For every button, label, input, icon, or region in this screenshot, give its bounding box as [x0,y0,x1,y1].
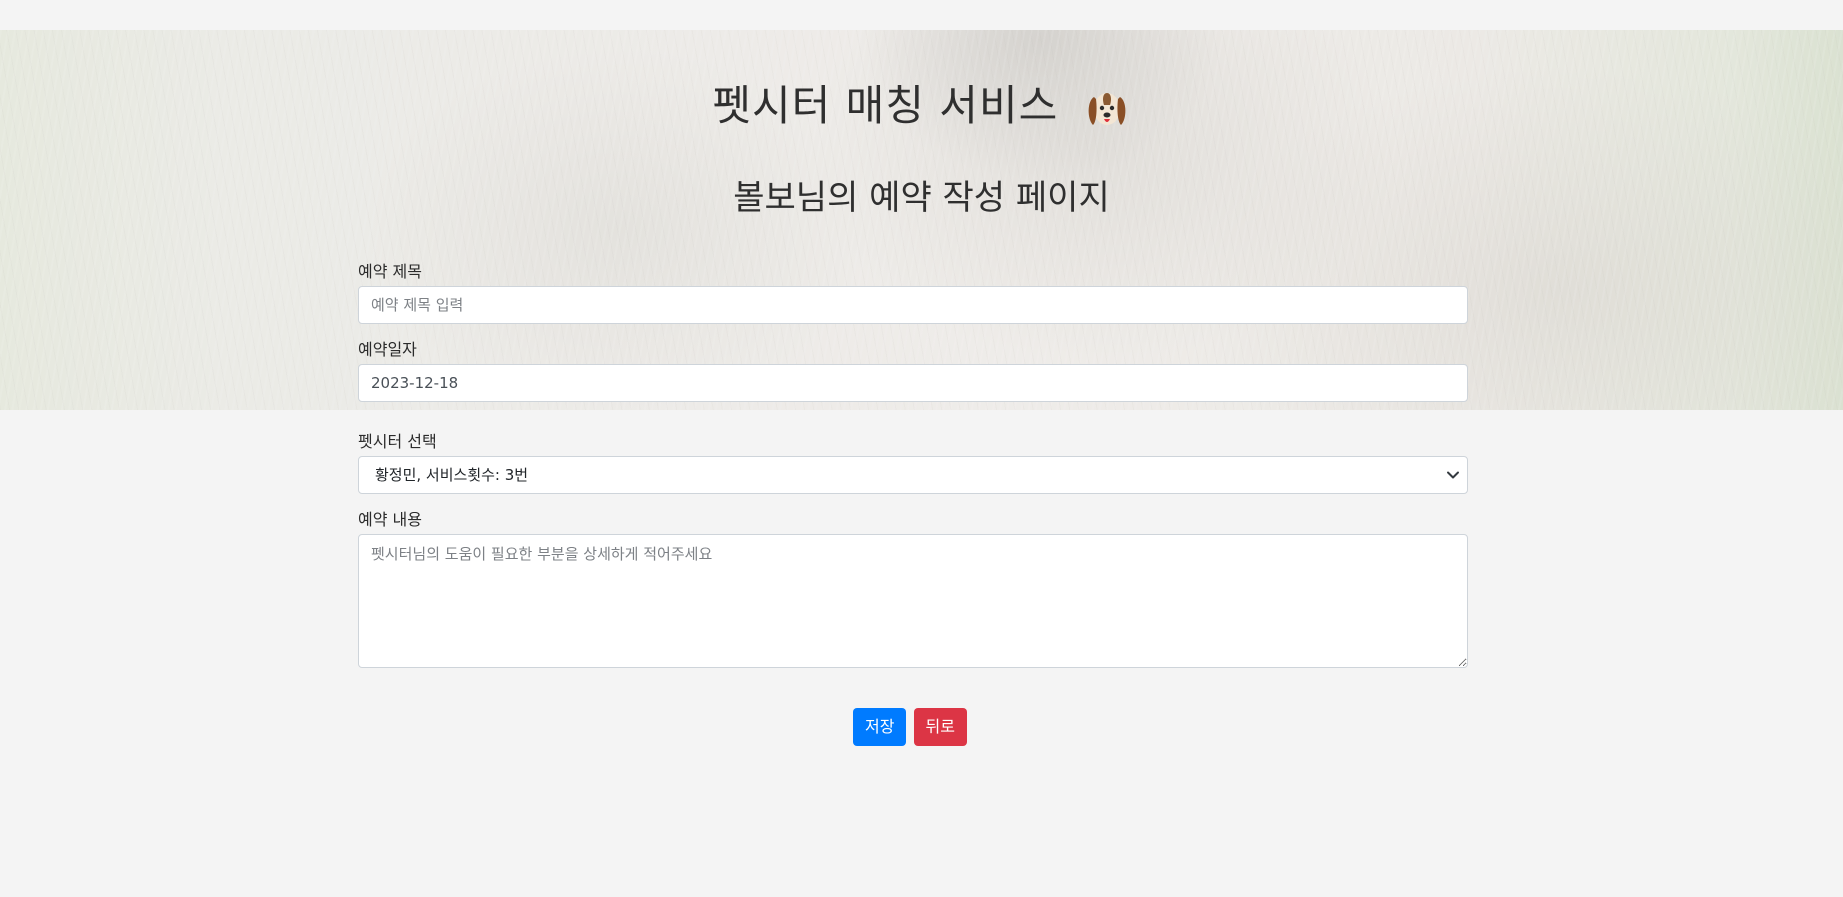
form-buttons: 저장 뒤로 [853,708,967,746]
chevron-down-icon [1447,471,1459,479]
title-field-label: 예약 제목 [358,262,422,281]
title-field-group: 예약 제목 [358,258,1468,324]
reservation-date-input[interactable] [358,364,1468,402]
date-field-label: 예약일자 [358,340,417,359]
back-button[interactable]: 뒤로 [913,708,967,746]
save-button[interactable]: 저장 [853,708,907,746]
petsitter-select-value[interactable]: 황정민, 서비스횟수: 3번 [358,456,1468,494]
petsitter-field-label: 펫시터 선택 [358,432,437,451]
page-title: 펫시터 매칭 서비스 [0,72,1843,133]
petsitter-select[interactable]: 황정민, 서비스횟수: 3번 [358,456,1468,494]
dog-icon [1088,92,1125,125]
reservation-title-input[interactable] [358,286,1468,324]
date-field-group: 예약일자 [358,336,1468,402]
page-title-text: 펫시터 매칭 서비스 [712,81,1059,130]
content-field-label: 예약 내용 [358,510,422,529]
content-field-group: 예약 내용 [358,506,1468,672]
reservation-form: 예약 제목 예약일자 펫시터 선택 황정민, 서비스횟수: 3번 예약 내용 [358,258,1468,684]
petsitter-field-group: 펫시터 선택 황정민, 서비스횟수: 3번 [358,428,1468,494]
page-subtitle: 볼보님의 예약 작성 페이지 [733,178,1110,218]
reservation-content-textarea[interactable] [358,534,1468,668]
